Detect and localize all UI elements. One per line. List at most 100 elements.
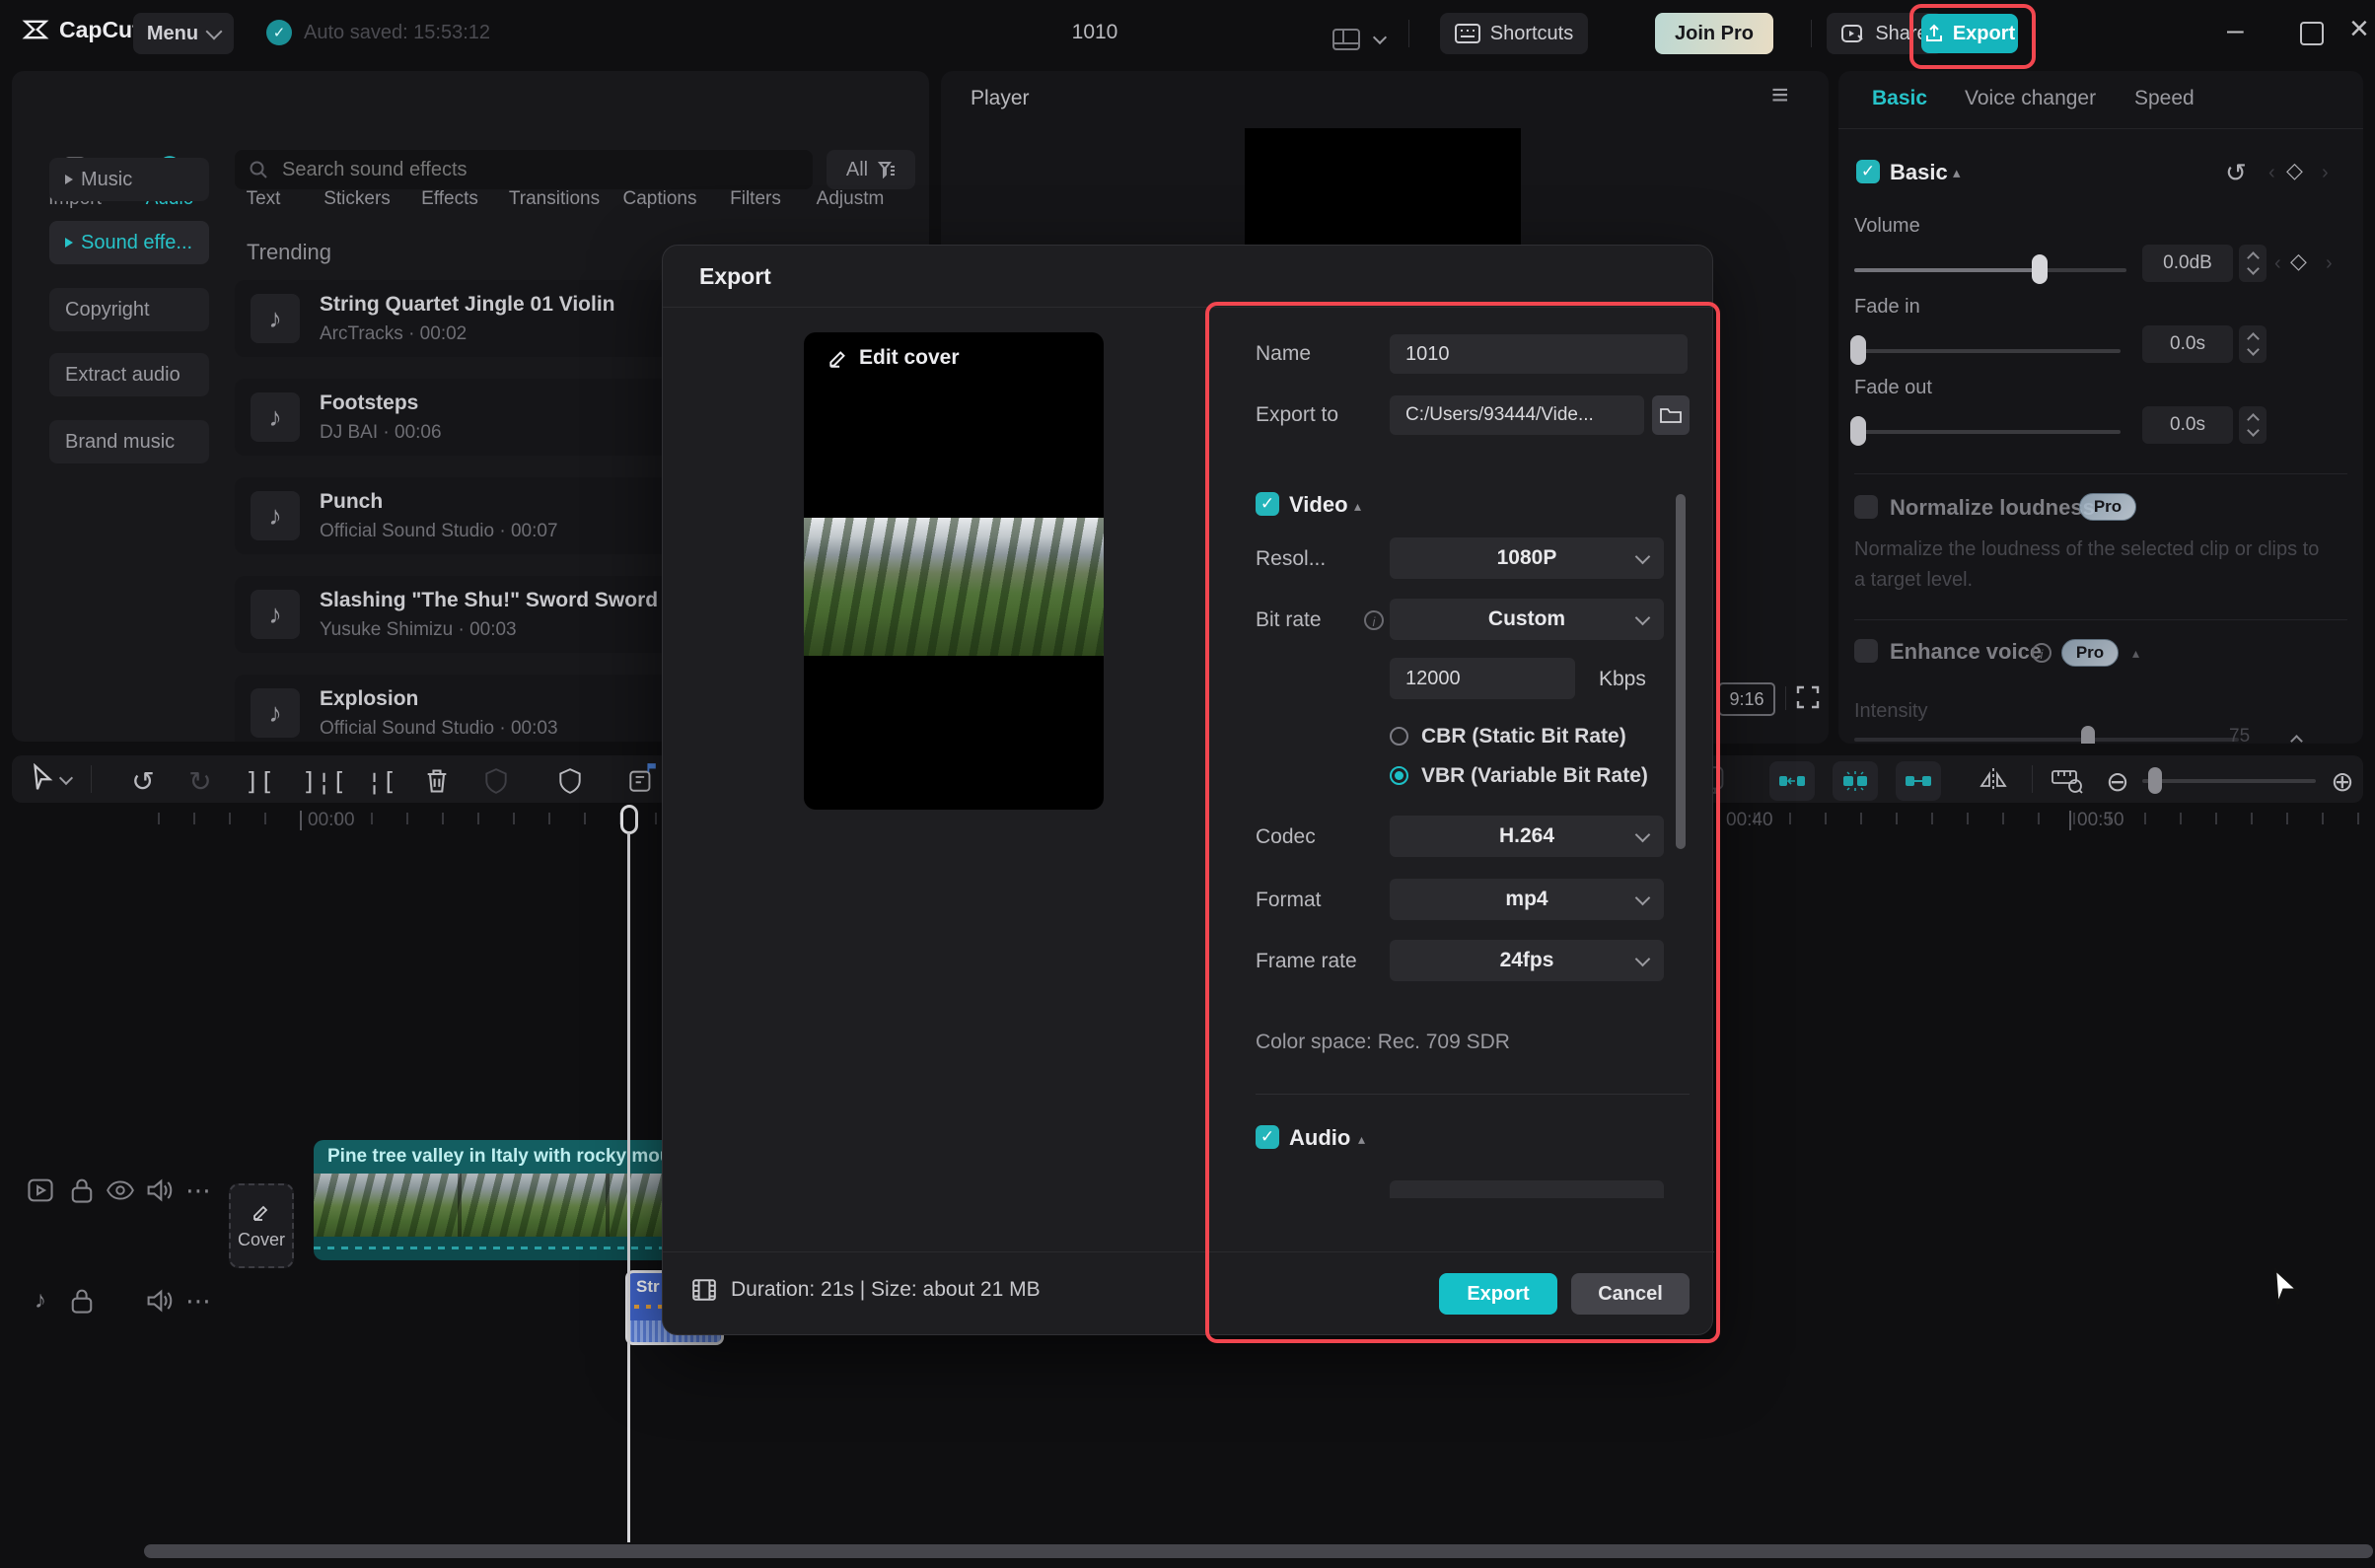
auto-cut-toggle[interactable] [1833, 761, 1878, 801]
fade-out-slider-track[interactable] [1854, 430, 2121, 434]
fullscreen-icon[interactable] [1795, 684, 1821, 710]
track-visibility-icon[interactable] [106, 1176, 135, 1205]
normalize-checkbox[interactable] [1854, 495, 1878, 519]
tab-voice-changer[interactable]: Voice changer [1965, 87, 2096, 110]
sidebar-item-copyright[interactable]: Copyright [49, 288, 209, 331]
format-dropdown[interactable]: mp4 [1390, 879, 1664, 920]
delete-button[interactable] [424, 767, 450, 795]
track-more-icon[interactable]: ⋯ [183, 1176, 213, 1205]
collapse-icon[interactable]: ▴ [1358, 1131, 1365, 1148]
delete-right-button[interactable]: ¦[ [365, 765, 398, 797]
redo-button[interactable]: ↻ [183, 765, 217, 797]
volume-value[interactable]: 0.0dB [2142, 245, 2233, 282]
window-close-button[interactable]: × [2349, 10, 2369, 48]
sidebar-item-sound-effects[interactable]: Sound effe... [49, 221, 209, 264]
keyframe-icon[interactable]: ◇ [2286, 158, 2303, 183]
fade-in-stepper[interactable] [2239, 325, 2267, 363]
sidebar-item-extract-audio[interactable]: Extract audio [49, 353, 209, 396]
audio-track-more-icon[interactable]: ⋯ [183, 1286, 213, 1316]
zoom-out-button[interactable]: ⊖ [2101, 765, 2134, 797]
step-up-icon[interactable] [2290, 735, 2303, 744]
fade-in-slider-track[interactable] [1854, 349, 2121, 353]
clipped-dropdown[interactable] [1390, 1180, 1664, 1198]
step-down-icon[interactable] [2247, 262, 2260, 275]
video-section-checkbox[interactable]: ✓ [1256, 492, 1279, 516]
step-down-icon[interactable] [2247, 343, 2260, 356]
fade-out-stepper[interactable] [2239, 406, 2267, 444]
enhance-voice-checkbox[interactable] [1854, 639, 1878, 663]
reset-icon[interactable]: ↺ [2225, 158, 2247, 188]
playhead[interactable] [620, 805, 638, 834]
intensity-slider-track[interactable] [1854, 738, 2239, 742]
bitrate-dropdown[interactable]: Custom [1390, 599, 1664, 640]
intensity-stepper[interactable] [2282, 724, 2310, 744]
timeline-scale-icon[interactable] [2051, 767, 2083, 795]
audio-section-checkbox[interactable]: ✓ [1256, 1125, 1279, 1149]
browse-folder-button[interactable] [1652, 395, 1690, 435]
framerate-dropdown[interactable]: 24fps [1390, 940, 1664, 981]
volume-keyframe-icon[interactable]: ◇ [2290, 249, 2307, 274]
sidebar-item-music[interactable]: Music [49, 158, 209, 201]
mask-icon[interactable] [557, 767, 583, 795]
filter-button[interactable]: All [827, 150, 915, 189]
join-pro-button[interactable]: Join Pro [1655, 13, 1773, 54]
timeline-ruler-ticks[interactable] [1718, 813, 2369, 824]
tab-basic[interactable]: Basic [1872, 87, 1927, 110]
timeline-ruler-ticks[interactable] [158, 813, 661, 824]
player-menu-icon[interactable]: ≡ [1771, 79, 1789, 112]
timeline-zoom-slider[interactable] [2142, 779, 2316, 783]
zoom-in-button[interactable]: ⊕ [2326, 765, 2359, 797]
search-input[interactable] [280, 158, 777, 182]
volume-stepper[interactable] [2239, 245, 2267, 282]
keyframe-next-icon[interactable]: › [2322, 162, 2329, 184]
delete-left-button[interactable]: ]¦[ [302, 765, 346, 797]
export-path-input[interactable] [1390, 395, 1644, 435]
undo-button[interactable]: ↺ [126, 765, 160, 797]
window-restore-button[interactable] [2300, 22, 2324, 45]
crop-flag-icon[interactable] [627, 761, 657, 795]
snap-toggle[interactable] [1769, 761, 1815, 801]
shortcuts-button[interactable]: Shortcuts [1440, 13, 1588, 54]
link-toggle[interactable] [1896, 761, 1941, 801]
layout-switcher[interactable] [1331, 28, 1385, 51]
volume-slider-thumb[interactable] [2032, 254, 2048, 284]
window-minimize-button[interactable]: – [2227, 14, 2244, 47]
fade-out-value[interactable]: 0.0s [2142, 406, 2233, 444]
collapse-icon[interactable]: ▴ [1953, 164, 1961, 181]
select-tool-icon[interactable] [30, 763, 55, 793]
sidebar-item-brand-music[interactable]: Brand music [49, 420, 209, 463]
collapse-icon[interactable]: ▴ [1354, 498, 1361, 515]
cover-button[interactable]: Cover [229, 1183, 294, 1268]
export-confirm-button[interactable]: Export [1439, 1273, 1557, 1315]
track-mute-icon[interactable] [144, 1176, 174, 1205]
audio-track-lock-icon[interactable] [67, 1286, 97, 1316]
aspect-ratio-badge[interactable]: 9:16 [1718, 682, 1775, 716]
fade-in-value[interactable]: 0.0s [2142, 325, 2233, 363]
export-button-top[interactable]: Export [1921, 14, 2018, 53]
dialog-scrollbar[interactable] [1676, 494, 1686, 849]
intensity-slider-thumb[interactable] [2081, 726, 2095, 744]
timeline-zoom-thumb[interactable] [2148, 767, 2162, 794]
keyframe-prev-icon[interactable]: ‹ [2274, 252, 2281, 275]
vbr-radio[interactable] [1390, 766, 1408, 785]
collapse-icon[interactable]: ▴ [2132, 645, 2139, 662]
search-bar[interactable] [235, 150, 813, 189]
split-button[interactable]: ][ [243, 765, 276, 797]
fade-out-slider-thumb[interactable] [1850, 416, 1866, 446]
mirror-icon[interactable] [1979, 767, 2008, 793]
track-lock-icon[interactable] [67, 1176, 97, 1205]
tab-speed[interactable]: Speed [2134, 87, 2195, 110]
menu-button[interactable]: Menu [133, 13, 234, 54]
edit-cover-button[interactable]: Edit cover [828, 346, 960, 370]
track-hide-video-icon[interactable] [26, 1176, 55, 1205]
timeline-h-scrollbar[interactable] [144, 1544, 2373, 1558]
bitrate-custom-input[interactable] [1390, 658, 1575, 699]
keyframe-next-icon[interactable]: › [2326, 252, 2333, 275]
step-down-icon[interactable] [2247, 424, 2260, 437]
fade-in-slider-thumb[interactable] [1850, 335, 1866, 365]
cbr-radio[interactable] [1390, 727, 1408, 746]
codec-dropdown[interactable]: H.264 [1390, 816, 1664, 857]
keyframe-prev-icon[interactable]: ‹ [2268, 162, 2275, 184]
resolution-dropdown[interactable]: 1080P [1390, 537, 1664, 579]
cancel-button[interactable]: Cancel [1571, 1273, 1690, 1315]
